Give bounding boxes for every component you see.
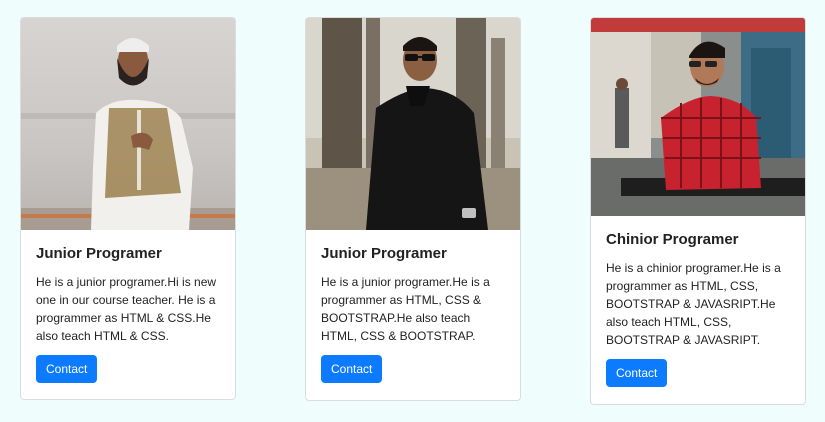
card-title: Junior Programer [36,245,162,262]
profile-card-3: Chinior Programer He is a chinior progra… [590,17,806,405]
card-description: He is a junior programer.Hi is new one i… [36,275,217,343]
contact-button[interactable]: Contact [321,355,383,383]
card-title: Junior Programer [321,245,447,262]
profile-photo-2 [306,18,520,230]
card-title: Chinior Programer [606,231,739,248]
contact-button[interactable]: Contact [36,355,98,383]
profile-photo-3 [591,18,805,216]
card-description: He is a junior programer.He is a program… [321,275,490,343]
profile-card-1: Junior Programer He is a junior programe… [20,17,236,400]
card-description: He is a chinior programer.He is a progra… [606,261,781,347]
profile-card-2: Junior Programer He is a junior programe… [305,17,521,401]
contact-button[interactable]: Contact [606,359,668,387]
profile-photo-1 [21,18,235,230]
